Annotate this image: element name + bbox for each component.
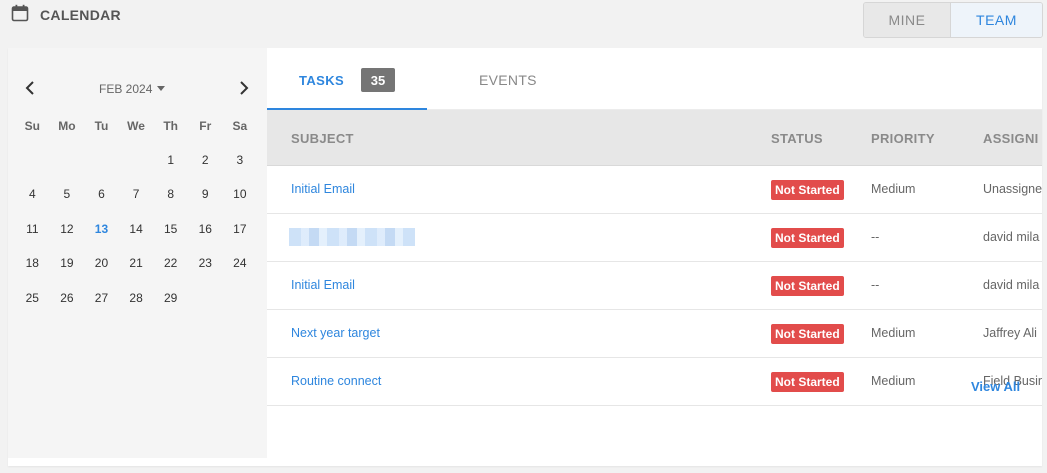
column-assigned[interactable]: ASSIGNI <box>983 131 1039 146</box>
status-badge: Not Started <box>771 276 844 296</box>
priority-value: -- <box>871 278 880 292</box>
tasks-count-badge: 35 <box>361 68 395 92</box>
table-header: SUBJECT STATUS PRIORITY ASSIGNI <box>267 110 1042 166</box>
task-subject-link[interactable]: Next year target <box>291 326 380 340</box>
tasks-table: SUBJECT STATUS PRIORITY ASSIGNI Initial … <box>267 110 1042 408</box>
calendar-day[interactable]: 28 <box>119 291 154 305</box>
assigned-value: Unassigne <box>983 182 1042 196</box>
mine-button[interactable]: MINE <box>864 3 951 37</box>
calendar-week: 11 12 13 14 15 16 17 <box>15 222 265 256</box>
priority-value: Medium <box>871 374 916 388</box>
calendar-day[interactable]: 14 <box>119 222 154 236</box>
calendar-day[interactable]: 16 <box>188 222 223 236</box>
chevron-right-icon[interactable] <box>234 78 252 98</box>
calendar-day[interactable]: 15 <box>153 222 188 236</box>
table-row: Initial Email Not Started Medium Unassig… <box>267 166 1042 214</box>
column-subject[interactable]: SUBJECT <box>291 131 354 146</box>
calendar-day[interactable]: 11 <box>15 222 50 236</box>
dow-label: Tu <box>94 119 109 133</box>
calendar-day[interactable]: 17 <box>223 222 258 236</box>
dow-label: Sa <box>232 119 248 133</box>
calendar-day[interactable]: 7 <box>119 187 154 201</box>
status-badge: Not Started <box>771 180 844 200</box>
tab-events[interactable]: EVENTS <box>479 72 537 88</box>
calendar-week: 1 2 3 <box>15 153 265 187</box>
calendar-day[interactable]: 21 <box>119 256 154 270</box>
blurred-subject-link[interactable] <box>289 228 415 246</box>
caret-down-icon <box>157 86 166 91</box>
calendar-week: 4 5 6 7 8 9 10 <box>15 187 265 221</box>
chevron-left-icon[interactable] <box>22 78 40 98</box>
calendar-grid: Su Mo Tu We Th Fr Sa 1 2 3 4 5 6 7 8 9 1… <box>15 119 265 325</box>
mine-team-toggle: MINE TEAM <box>863 2 1043 38</box>
task-subject-link[interactable]: Initial Email <box>291 182 355 196</box>
days-of-week: Su Mo Tu We Th Fr Sa <box>15 119 265 139</box>
tab-tasks[interactable]: TASKS 35 <box>267 48 427 110</box>
calendar-day[interactable]: 2 <box>188 153 223 167</box>
calendar-day[interactable]: 5 <box>50 187 85 201</box>
calendar-day[interactable]: 12 <box>50 222 85 236</box>
view-all-link[interactable]: View All <box>971 379 1020 394</box>
priority-value: -- <box>871 230 880 244</box>
dow-label: We <box>127 119 145 133</box>
priority-value: Medium <box>871 326 916 340</box>
calendar-day[interactable]: 20 <box>84 256 119 270</box>
calendar-day[interactable]: 22 <box>153 256 188 270</box>
calendar-day[interactable]: 25 <box>15 291 50 305</box>
header: CALENDAR MINE TEAM <box>0 0 1047 44</box>
status-badge: Not Started <box>771 228 844 248</box>
column-status[interactable]: STATUS <box>771 131 823 146</box>
table-row: Routine connect Not Started Medium Field… <box>267 358 1042 406</box>
mini-calendar: FEB 2024 Su Mo Tu We Th Fr Sa 1 2 3 4 5 … <box>8 48 267 458</box>
calendar-day[interactable]: 9 <box>188 187 223 201</box>
tab-tasks-label: TASKS <box>299 73 345 88</box>
table-row: Initial Email Not Started -- david mila <box>267 262 1042 310</box>
calendar-day[interactable]: 3 <box>223 153 258 167</box>
calendar-day[interactable]: 18 <box>15 256 50 270</box>
dow-label: Th <box>163 119 178 133</box>
calendar-day[interactable]: 6 <box>84 187 119 201</box>
calendar-week: 18 19 20 21 22 23 24 <box>15 256 265 290</box>
calendar-day[interactable]: 8 <box>153 187 188 201</box>
calendar-weeks: 1 2 3 4 5 6 7 8 9 10 11 12 13 14 15 16 1… <box>15 153 265 325</box>
team-button[interactable]: TEAM <box>951 3 1042 37</box>
calendar-day-today[interactable]: 13 <box>84 222 119 236</box>
column-priority[interactable]: PRIORITY <box>871 131 935 146</box>
calendar-nav: FEB 2024 <box>8 76 267 100</box>
month-label: FEB 2024 <box>99 82 153 96</box>
calendar-week: 25 26 27 28 29 <box>15 291 265 325</box>
calendar-day[interactable]: 27 <box>84 291 119 305</box>
calendar-day[interactable]: 26 <box>50 291 85 305</box>
task-subject-link[interactable]: Initial Email <box>291 278 355 292</box>
tab-bar: TASKS 35 EVENTS <box>267 48 1042 110</box>
calendar-day[interactable]: 10 <box>223 187 258 201</box>
assigned-value: david mila <box>983 278 1040 292</box>
dow-label: Fr <box>199 119 212 133</box>
month-selector[interactable]: FEB 2024 <box>99 82 166 96</box>
priority-value: Medium <box>871 182 916 196</box>
table-row: Next year target Not Started Medium Jaff… <box>267 310 1042 358</box>
calendar-icon <box>11 4 29 22</box>
task-subject-link[interactable]: Routine connect <box>291 374 381 388</box>
calendar-day[interactable]: 29 <box>153 291 188 305</box>
assigned-value: david mila <box>983 230 1040 244</box>
calendar-day[interactable]: 19 <box>50 256 85 270</box>
page-title: CALENDAR <box>40 7 121 23</box>
dow-label: Su <box>24 119 40 133</box>
dow-label: Mo <box>58 119 76 133</box>
status-badge: Not Started <box>771 324 844 344</box>
calendar-day[interactable]: 4 <box>15 187 50 201</box>
calendar-day[interactable]: 1 <box>153 153 188 167</box>
calendar-day[interactable]: 23 <box>188 256 223 270</box>
table-row: Not Started -- david mila <box>267 214 1042 262</box>
status-badge: Not Started <box>771 372 844 392</box>
assigned-value: Jaffrey Ali <box>983 326 1037 340</box>
calendar-day[interactable]: 24 <box>223 256 258 270</box>
